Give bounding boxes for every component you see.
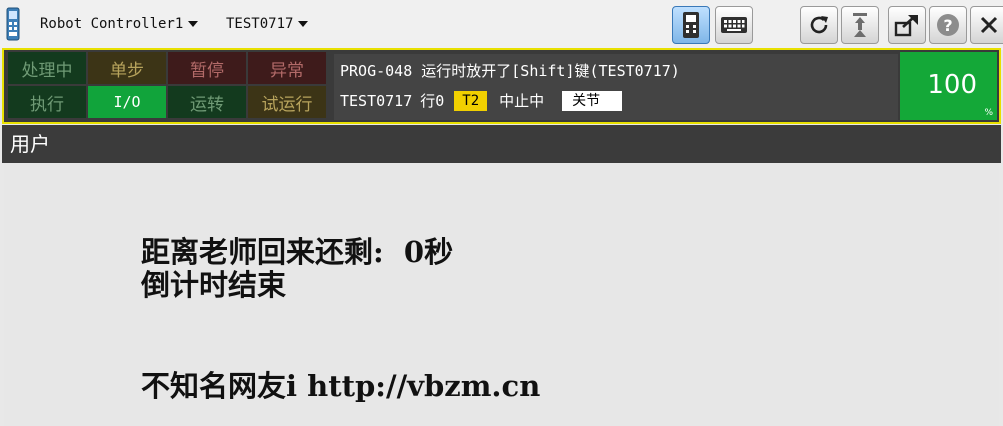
- help-button[interactable]: ?: [929, 6, 967, 44]
- line-number: 行0: [420, 92, 445, 110]
- program-status-row: TEST0717 行0 T2 中止中 关节: [340, 90, 623, 111]
- led-operate: 运转: [168, 86, 246, 118]
- controller-menu[interactable]: Robot Controller1: [40, 16, 199, 32]
- window-popout-icon: [894, 15, 918, 37]
- controller-menu-label: Robot Controller1: [40, 16, 184, 32]
- led-running: 执行: [8, 86, 86, 118]
- program-menu[interactable]: TEST0717: [226, 16, 309, 32]
- close-button[interactable]: [970, 6, 1003, 44]
- svg-text:?: ?: [943, 16, 952, 35]
- teach-pendant-logo-icon: [6, 7, 20, 41]
- led-single-step: 单步: [88, 52, 166, 84]
- status-panel: 处理中 单步 暂停 异常 执行 I/O 运转 试运行 PROG-048 运行时放…: [2, 48, 1001, 124]
- led-trial-run: 试运行: [248, 86, 326, 118]
- led-processing: 处理中: [8, 52, 86, 84]
- robot-arm-button[interactable]: [841, 6, 879, 44]
- override-value: 100: [927, 70, 977, 100]
- countdown-ended-line: 倒计时结束: [141, 268, 287, 302]
- title-bar: Robot Controller1 TEST0717 ?: [0, 0, 1003, 50]
- teach-pendant-icon: [683, 12, 699, 38]
- help-icon: ?: [937, 14, 959, 36]
- led-io: I/O: [88, 86, 166, 118]
- refresh-button[interactable]: [800, 6, 838, 44]
- refresh-icon: [810, 16, 828, 34]
- program-menu-label: TEST0717: [226, 16, 294, 32]
- override-unit: %: [984, 108, 993, 118]
- coordinate-badge: 关节: [562, 90, 623, 111]
- user-screen: 距离老师回来还剩: 0秒 倒计时结束 不知名网友i http://vbzm.cn: [4, 163, 999, 426]
- keyboard-icon: [721, 17, 747, 33]
- chevron-down-icon: [188, 21, 199, 27]
- keyboard-button[interactable]: [715, 6, 753, 44]
- alarm-message-box: PROG-048 运行时放开了[Shift]键(TEST0717) TEST07…: [334, 54, 898, 120]
- led-fault: 异常: [248, 52, 326, 84]
- led-hold: 暂停: [168, 52, 246, 84]
- speed-override[interactable]: 100 %: [900, 52, 997, 120]
- program-name: TEST0717: [340, 91, 413, 110]
- execution-state: 中止中: [499, 92, 545, 110]
- chevron-down-icon: [298, 21, 309, 27]
- alarm-message: PROG-048 运行时放开了[Shift]键(TEST0717): [340, 62, 680, 80]
- popout-button[interactable]: [888, 6, 926, 44]
- close-icon: [980, 16, 998, 34]
- teach-pendant-button[interactable]: [672, 6, 710, 44]
- screen-title: 用户: [2, 125, 1001, 163]
- mode-badge: T2: [454, 90, 488, 111]
- robot-arm-icon: [853, 13, 867, 37]
- credit-line: 不知名网友i http://vbzm.cn: [141, 369, 541, 403]
